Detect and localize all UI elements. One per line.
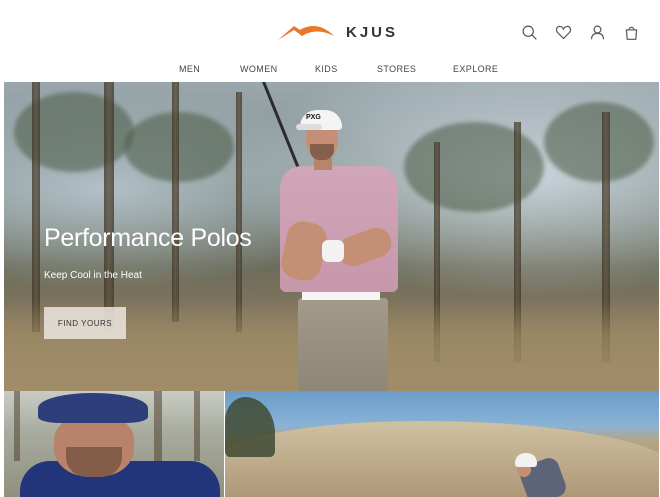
model-beard	[66, 447, 122, 477]
hero-title: Performance Polos	[44, 224, 252, 252]
bag-icon[interactable]	[621, 22, 641, 42]
user-icon[interactable]	[587, 22, 607, 42]
kjus-swoosh-icon	[278, 26, 334, 40]
grass-dune	[225, 421, 659, 497]
heart-icon[interactable]	[553, 22, 573, 42]
brand-name: KJUS	[346, 23, 399, 41]
hero-banner[interactable]: PXG Performance Polos Keep Cool in the H…	[4, 82, 659, 391]
promo-tile-dunes[interactable]	[225, 391, 659, 497]
golfer-cap-brim	[296, 124, 322, 130]
cap-logo: PXG	[306, 114, 321, 121]
main-nav: MEN WOMEN KIDS STORES EXPLORE	[4, 60, 659, 80]
tree-trunk	[154, 391, 162, 471]
background-foliage	[404, 122, 544, 212]
header-icons	[519, 22, 641, 42]
promo-tile-men[interactable]	[4, 391, 224, 497]
golfer-cap	[515, 453, 537, 467]
tree-trunk	[236, 92, 242, 332]
nav-item-explore[interactable]: EXPLORE	[453, 64, 498, 74]
golfer-beard	[310, 144, 334, 160]
search-icon[interactable]	[519, 22, 539, 42]
nav-item-kids[interactable]: KIDS	[315, 64, 338, 74]
find-yours-button[interactable]: FIND YOURS	[44, 307, 126, 339]
tree-trunk	[32, 82, 40, 332]
tree-trunk	[194, 391, 200, 461]
navy-cap	[38, 393, 148, 423]
hero-subtitle: Keep Cool in the Heat	[44, 270, 142, 281]
nav-item-stores[interactable]: STORES	[377, 64, 416, 74]
nav-item-men[interactable]: MEN	[179, 64, 200, 74]
nav-item-women[interactable]: WOMEN	[240, 64, 278, 74]
tree-trunk	[104, 82, 114, 332]
dune-bush	[225, 397, 275, 457]
page-frame: KJUS MEN WOMEN KIDS STORES EXPLORE PXG P…	[4, 0, 659, 497]
site-header: KJUS MEN WOMEN KIDS STORES EXPLORE	[4, 0, 659, 82]
background-foliage	[124, 112, 234, 182]
golfer-pants	[298, 298, 388, 391]
tree-trunk	[14, 391, 20, 461]
background-foliage	[544, 102, 654, 182]
tree-trunk	[172, 82, 179, 322]
brand-logo[interactable]: KJUS	[276, 18, 406, 46]
golfer-glove	[322, 240, 344, 262]
